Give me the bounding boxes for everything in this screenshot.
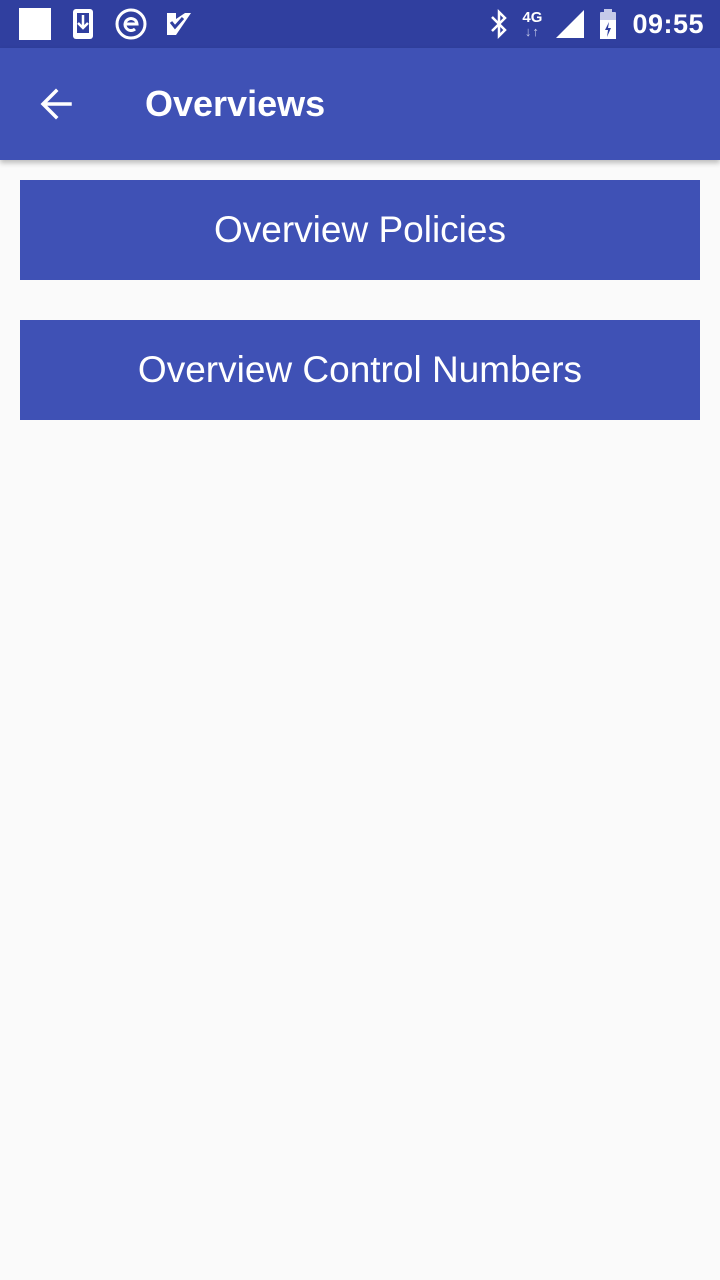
back-arrow-icon [40, 88, 72, 120]
data-arrows-icon: ↓↑ [524, 24, 540, 39]
battery-icon [598, 8, 618, 40]
app-bar: Overviews [0, 48, 720, 160]
overview-control-numbers-button[interactable]: Overview Control Numbers [20, 320, 700, 420]
network-4g-icon: 4G ↓↑ [522, 10, 542, 38]
e-app-icon [114, 7, 148, 41]
signal-icon [554, 8, 586, 40]
back-button[interactable] [24, 72, 88, 136]
overview-policies-button[interactable]: Overview Policies [20, 180, 700, 280]
status-clock: 09:55 [632, 8, 704, 39]
status-bar: 4G ↓↑ 09:55 [0, 0, 720, 48]
bluetooth-icon [488, 8, 510, 40]
status-system-icons: 4G ↓↑ 09:55 [476, 6, 704, 42]
network-type-label: 4G [522, 9, 543, 26]
status-notification-icons [18, 6, 210, 42]
download-icon [66, 7, 100, 41]
notification-square-icon [18, 7, 52, 41]
page-title: Overviews [145, 83, 326, 124]
checklist-app-icon [162, 7, 196, 41]
